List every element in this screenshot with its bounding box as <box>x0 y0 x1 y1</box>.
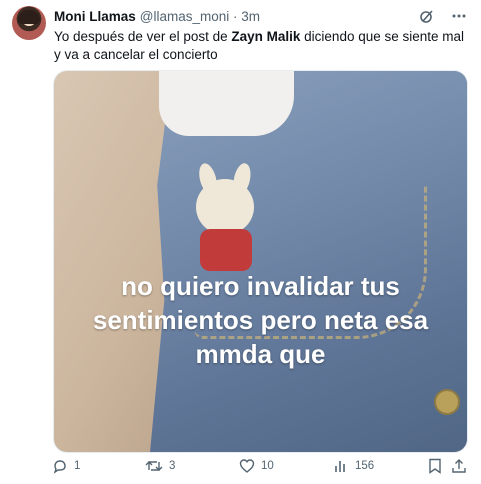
tweet[interactable]: Moni Llamas @llamas_moni · 3m Yo después … <box>0 0 481 484</box>
header-icons <box>419 8 467 24</box>
bunny-figure <box>196 179 254 235</box>
tweet-header: Moni Llamas @llamas_moni · 3m <box>54 9 260 24</box>
meme-caption-line-2: sentimientos pero neta esa <box>92 305 429 335</box>
tweet-text-bold: Zayn Malik <box>231 29 301 44</box>
like-icon <box>239 458 255 474</box>
avatar-hair <box>18 10 40 24</box>
bookmark-button[interactable] <box>428 458 442 474</box>
reply-button[interactable]: 1 <box>52 458 80 474</box>
like-count: 10 <box>261 460 274 472</box>
meme-caption-line-3: mmda que <box>195 339 326 369</box>
views-button[interactable]: 156 <box>333 458 374 474</box>
retweet-button[interactable]: 3 <box>145 458 175 474</box>
tweet-media-image[interactable]: no quiero invalidar tus sentimientos per… <box>53 70 468 453</box>
reply-icon <box>52 458 68 474</box>
avatar[interactable] <box>12 6 46 40</box>
share-button[interactable] <box>451 458 467 474</box>
meme-caption-line-1: no quiero invalidar tus <box>121 271 400 301</box>
views-count: 156 <box>355 460 375 472</box>
action-bar: 1 3 10 156 <box>50 458 470 478</box>
reply-count: 1 <box>74 460 81 472</box>
more-icon[interactable] <box>451 8 467 24</box>
photo-shirt <box>159 71 294 136</box>
bookmark-icon <box>428 458 442 474</box>
tweet-text: Yo después de ver el post de Zayn Malik … <box>54 28 466 64</box>
tweet-text-part1: Yo después de ver el post de <box>54 29 232 44</box>
views-icon <box>333 458 349 474</box>
bunny-dress <box>200 229 252 271</box>
retweet-count: 3 <box>169 460 176 472</box>
like-button[interactable]: 10 <box>239 458 274 474</box>
author-handle-time[interactable]: @llamas_moni · 3m <box>140 9 260 24</box>
jeans-button <box>434 389 460 415</box>
author-name[interactable]: Moni Llamas <box>54 9 136 24</box>
retweet-icon <box>145 458 163 474</box>
share-icon <box>451 458 467 474</box>
grok-icon[interactable] <box>419 8 435 24</box>
